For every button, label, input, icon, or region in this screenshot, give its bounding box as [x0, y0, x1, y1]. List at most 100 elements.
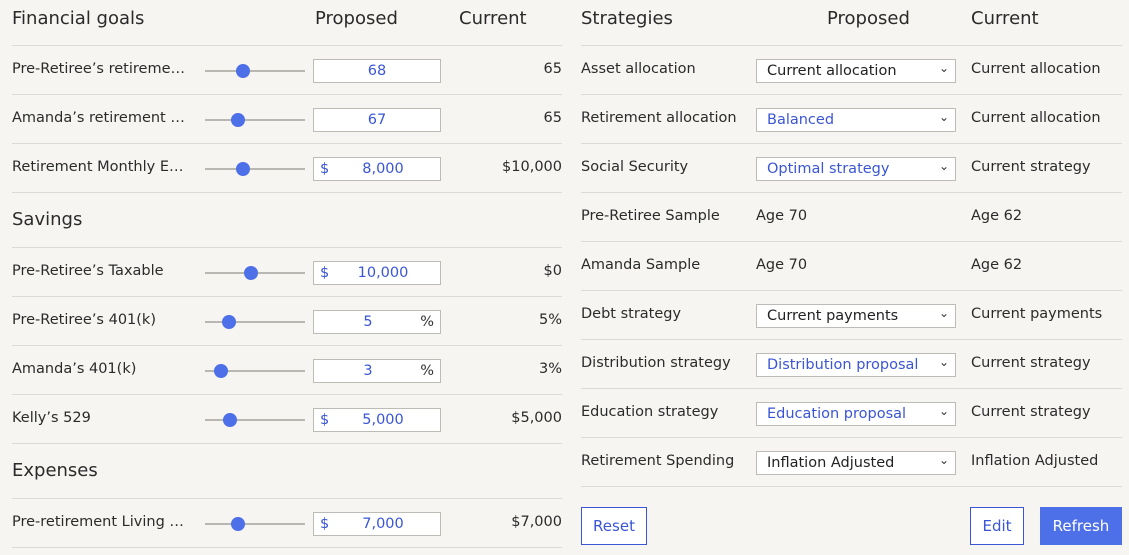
current-value: Inflation Adjusted — [971, 453, 1099, 469]
slider-track[interactable] — [205, 162, 305, 176]
row-label: Retirement Spending — [581, 453, 735, 469]
slider-thumb[interactable] — [236, 64, 250, 78]
strategy-row-education: Education strategy Education proposal ⌄ C… — [581, 389, 1122, 438]
social-security-select[interactable]: Optimal strategy ⌄ — [756, 157, 956, 181]
row-label: Kelly’s 529 — [12, 410, 91, 426]
input-value: 8,000 — [362, 161, 404, 177]
savings-row-preretiree-401k: Pre-Retiree’s 401(k) 5% 5% — [12, 297, 562, 346]
select-value: Inflation Adjusted — [767, 455, 895, 471]
strategy-row-retirement-spending: Retirement Spending Inflation Adjusted ⌄ … — [581, 438, 1122, 487]
row-label: Social Security — [581, 159, 689, 175]
row-label: Pre-retirement Living Expenses — [12, 514, 190, 530]
strategies-title: Strategies — [581, 8, 673, 29]
row-label: Pre-Retiree’s 401(k) — [12, 312, 156, 328]
action-buttons-row: Reset Edit Refresh — [581, 487, 1122, 555]
current-value: 5% — [538, 312, 562, 328]
slider-thumb[interactable] — [231, 113, 245, 127]
strategies-header: Strategies Proposed Current — [581, 0, 1122, 46]
current-column-header: Current — [971, 8, 1039, 29]
proposed-value: Age 70 — [756, 208, 808, 224]
proposed-value: Age 70 — [756, 257, 808, 273]
asset-allocation-select[interactable]: Current allocation ⌄ — [756, 59, 956, 83]
select-value: Distribution proposal — [767, 357, 919, 373]
strategy-row-social-security: Social Security Optimal strategy ⌄ Curren… — [581, 144, 1122, 193]
current-value: Age 62 — [971, 257, 1023, 273]
savings-section-header: Savings — [12, 193, 562, 248]
strategy-row-preretiree-sample: Pre-Retiree Sample Age 70 Age 62 — [581, 193, 1122, 242]
proposed-value-input[interactable]: $8,000 — [313, 157, 441, 181]
current-value: $7,000 — [511, 514, 562, 530]
slider-track[interactable] — [205, 113, 305, 127]
slider-track[interactable] — [205, 315, 305, 329]
row-label: Distribution strategy — [581, 355, 731, 371]
savings-row-preretiree-taxable: Pre-Retiree’s Taxable $10,000 $0 — [12, 248, 562, 297]
slider-thumb[interactable] — [231, 517, 245, 531]
current-value: $5,000 — [511, 410, 562, 426]
expenses-row-preretirement-living: Pre-retirement Living Expenses $7,000 $7… — [12, 499, 562, 548]
distribution-strategy-select[interactable]: Distribution proposal ⌄ — [756, 353, 956, 377]
proposed-value-input[interactable]: $7,000 — [313, 512, 441, 536]
proposed-value-input[interactable]: 5% — [313, 310, 441, 334]
input-value: 5 — [363, 314, 373, 330]
proposed-value-input[interactable]: 3% — [313, 359, 441, 383]
slider-track[interactable] — [205, 364, 305, 378]
row-label: Pre-Retiree’s retirement age — [12, 61, 190, 77]
strategy-row-asset-allocation: Asset allocation Current allocation ⌄ Cur… — [581, 46, 1122, 95]
slider-track[interactable] — [205, 517, 305, 531]
current-value: 65 — [543, 110, 562, 126]
financial-goals-panel: Financial goals Proposed Current Pre-Ret… — [12, 0, 562, 548]
row-label: Retirement Monthly Expenses — [12, 159, 190, 175]
current-value: Current strategy — [971, 159, 1091, 175]
proposed-column-header: Proposed — [315, 8, 398, 29]
chevron-down-icon: ⌄ — [938, 404, 949, 418]
retirement-allocation-select[interactable]: Balanced ⌄ — [756, 108, 956, 132]
select-value: Current payments — [767, 308, 899, 324]
education-strategy-select[interactable]: Education proposal ⌄ — [756, 402, 956, 426]
slider-thumb[interactable] — [236, 162, 250, 176]
slider-track[interactable] — [205, 413, 305, 427]
reset-button[interactable]: Reset — [581, 507, 647, 545]
percent-suffix: % — [420, 363, 434, 379]
slider-thumb[interactable] — [214, 364, 228, 378]
proposed-column-header: Proposed — [827, 8, 910, 29]
proposed-value-input[interactable]: $10,000 — [313, 261, 441, 285]
row-label: Amanda Sample — [581, 257, 701, 273]
input-value: 7,000 — [362, 516, 404, 532]
slider-track[interactable] — [205, 266, 305, 280]
input-value: 67 — [367, 112, 387, 128]
slider-track[interactable] — [205, 64, 305, 78]
strategy-row-retirement-allocation: Retirement allocation Balanced ⌄ Current … — [581, 95, 1122, 144]
row-label: Pre-Retiree’s Taxable — [12, 263, 164, 279]
proposed-value-input[interactable]: $5,000 — [313, 408, 441, 432]
refresh-button[interactable]: Refresh — [1040, 507, 1122, 545]
savings-row-kelly-529: Kelly’s 529 $5,000 $5,000 — [12, 395, 562, 444]
slider-thumb[interactable] — [222, 315, 236, 329]
proposed-value-input[interactable]: 68 — [313, 59, 441, 83]
currency-prefix: $ — [320, 161, 330, 177]
row-label: Retirement allocation — [581, 110, 737, 126]
current-value: Current strategy — [971, 355, 1091, 371]
select-value: Current allocation — [767, 63, 897, 79]
strategies-panel: Strategies Proposed Current Asset alloca… — [581, 0, 1122, 555]
retirement-spending-select[interactable]: Inflation Adjusted ⌄ — [756, 451, 956, 475]
goals-header: Financial goals Proposed Current — [12, 0, 562, 46]
current-value: $10,000 — [502, 159, 562, 175]
input-value: 5,000 — [362, 412, 404, 428]
select-value: Optimal strategy — [767, 161, 890, 177]
current-value: 65 — [543, 61, 562, 77]
savings-row-amanda-401k: Amanda’s 401(k) 3% 3% — [12, 346, 562, 395]
row-label: Amanda’s retirement age — [12, 110, 190, 126]
strategy-row-debt: Debt strategy Current payments ⌄ Current … — [581, 291, 1122, 340]
goal-row-preretiree-retirement-age: Pre-Retiree’s retirement age 68 65 — [12, 46, 562, 95]
strategy-row-distribution: Distribution strategy Distribution propo… — [581, 340, 1122, 389]
currency-prefix: $ — [320, 412, 330, 428]
expenses-section-header: Expenses — [12, 444, 562, 499]
currency-prefix: $ — [320, 265, 330, 281]
select-value: Balanced — [767, 112, 835, 128]
slider-thumb[interactable] — [223, 413, 237, 427]
debt-strategy-select[interactable]: Current payments ⌄ — [756, 304, 956, 328]
edit-button[interactable]: Edit — [970, 507, 1024, 545]
goal-row-amanda-retirement-age: Amanda’s retirement age 67 65 — [12, 95, 562, 144]
proposed-value-input[interactable]: 67 — [313, 108, 441, 132]
slider-thumb[interactable] — [244, 266, 258, 280]
